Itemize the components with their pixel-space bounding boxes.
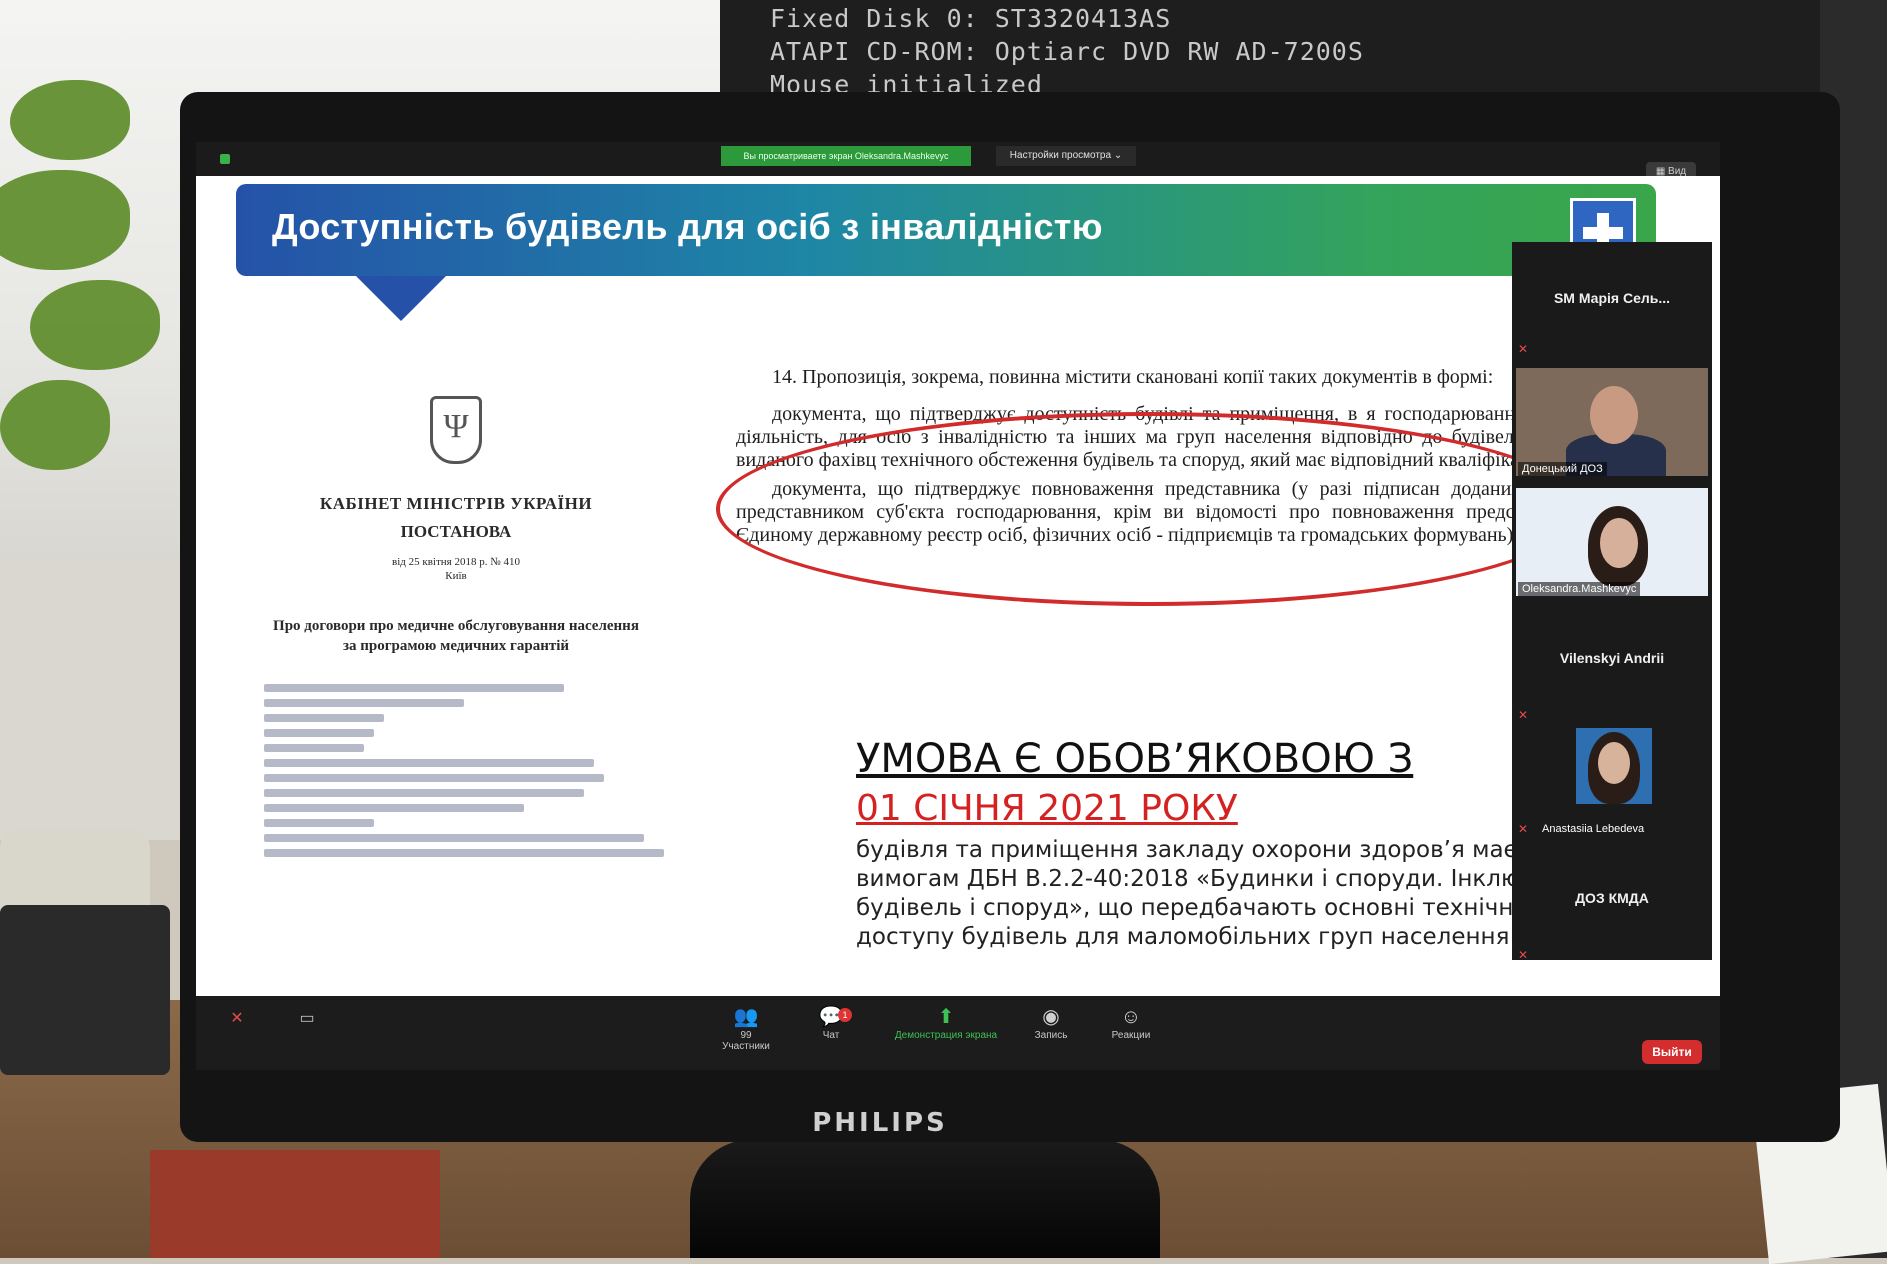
keyboard: [0, 905, 170, 1075]
participant-name: Oleksandra.Mashkevyc: [1518, 582, 1641, 596]
participant-tile[interactable]: Донецький ДОЗ: [1512, 362, 1712, 482]
condition-date: 01 СІЧНЯ 2021 РОКУ: [856, 788, 1238, 829]
chat-icon: 💬: [818, 1006, 844, 1028]
participant-tile[interactable]: SM Марія Сель... ✕: [1512, 242, 1712, 362]
record-button[interactable]: ◉ Запись: [1006, 1004, 1096, 1041]
zoom-status-icon: [220, 154, 230, 164]
condition-text: будівля та приміщення закладу охорони зд…: [856, 837, 1541, 950]
participant-tile[interactable]: Vilenskyi Andrii ✕: [1512, 602, 1712, 722]
participant-video: [1576, 728, 1652, 804]
participant-tile[interactable]: ✕ Anastasiia Lebedeva: [1512, 722, 1712, 842]
mic-muted-icon: ✕: [1518, 708, 1529, 722]
record-icon: ◉: [1042, 1006, 1060, 1028]
decree-document: Ψ КАБІНЕТ МІНІСТРІВ УКРАЇНИ ПОСТАНОВА ві…: [246, 376, 666, 976]
reactions-icon: ☺: [1120, 1006, 1142, 1028]
participant-name: SM Марія Сель...: [1553, 290, 1671, 306]
mic-muted-icon: ✕: [1518, 948, 1529, 962]
highlight-oval: [716, 412, 1584, 606]
participant-tile[interactable]: Oleksandra.Mashkevyc: [1512, 482, 1712, 602]
participants-label: Участники: [722, 1041, 770, 1052]
unmute-button[interactable]: ✕: [202, 1008, 272, 1028]
start-video-button[interactable]: ▭: [272, 1008, 342, 1028]
leave-button[interactable]: Выйти: [1642, 1040, 1702, 1064]
participants-panel: SM Марія Сель... ✕ Донецький ДОЗ Oleksan…: [1512, 242, 1712, 962]
participants-button[interactable]: 👥 99 Участники: [701, 1004, 791, 1052]
decree-subject: Про договори про медичне обслуговування …: [273, 618, 639, 654]
share-screen-label: Демонстрация экрана: [894, 1030, 998, 1041]
participant-name: Донецький ДОЗ: [1518, 462, 1607, 476]
participant-video: [1516, 488, 1708, 596]
mic-muted-icon: ✕: [1518, 342, 1529, 356]
book: [150, 1150, 440, 1258]
monitor-stand: [690, 1140, 1160, 1258]
zoom-window: Вы просматриваете экран Oleksandra.Mashk…: [196, 142, 1720, 1070]
monitor-brand-logo: PHILIPS: [812, 1108, 948, 1138]
plant-leaf: [30, 280, 160, 370]
view-options-dropdown[interactable]: Настройки просмотра ⌄: [996, 146, 1136, 166]
share-screen-button[interactable]: ⬆ Демонстрация экрана: [886, 1004, 1006, 1041]
chat-unread-badge: 1: [838, 1008, 852, 1022]
participants-count: 99: [740, 1030, 752, 1041]
record-label: Запись: [1034, 1030, 1068, 1041]
plant-leaf: [10, 80, 130, 160]
crt-line: Fixed Disk 0: ST3320413AS: [770, 4, 1172, 33]
coat-of-arms-icon: Ψ: [430, 396, 482, 464]
condition-heading: УМОВА Є ОБОВ’ЯКОВОЮ З: [856, 736, 1414, 782]
decree-city: Київ: [445, 570, 467, 582]
plant-leaf: [0, 380, 110, 470]
slide-header: Доступність будівель для осіб з інвалідн…: [236, 184, 1656, 321]
chat-label: Чат: [822, 1030, 840, 1041]
mic-muted-icon: ✕: [230, 1010, 244, 1027]
participant-name: Anastasiia Lebedeva: [1542, 823, 1645, 835]
participant-name: ДОЗ КМДА: [1575, 890, 1649, 906]
decree-fine-print: [246, 684, 666, 857]
decree-org: КАБІНЕТ МІНІСТРІВ УКРАЇНИ: [319, 494, 593, 513]
screen-share-banner: Вы просматриваете экран Oleksandra.Mashk…: [721, 146, 971, 166]
reactions-button[interactable]: ☺ Реакции: [1086, 1004, 1176, 1041]
decree-date: від 25 квітня 2018 р. № 410: [392, 556, 520, 568]
shared-slide: Доступність будівель для осіб з інвалідн…: [196, 176, 1720, 996]
slide-title: Доступність будівель для осіб з інвалідн…: [272, 206, 1103, 247]
plant-leaf: [0, 170, 130, 270]
mic-muted-icon: ✕: [1518, 822, 1529, 836]
participant-video: [1516, 368, 1708, 476]
participant-name: Vilenskyi Andrii: [1559, 650, 1665, 666]
decree-kind: ПОСТАНОВА: [400, 522, 512, 541]
participant-tile[interactable]: ДОЗ КМДА ✕: [1512, 842, 1712, 962]
video-off-icon: ▭: [299, 1010, 315, 1027]
reactions-label: Реакции: [1111, 1030, 1151, 1041]
slide-header-pointer: [356, 276, 446, 321]
share-screen-icon: ⬆: [937, 1006, 955, 1028]
background-crt-monitor: Fixed Disk 0: ST3320413AS ATAPI CD-ROM: …: [720, 0, 1820, 100]
crt-line: ATAPI CD-ROM: Optiarc DVD RW AD-7200S: [770, 37, 1364, 66]
chat-button[interactable]: 💬 1 Чат: [786, 1004, 876, 1041]
participants-icon: 👥: [733, 1006, 759, 1028]
zoom-toolbar: ✕ ▭ 👥 99 Участники 💬 1 Чат ⬆ Демонстраци…: [196, 996, 1720, 1070]
